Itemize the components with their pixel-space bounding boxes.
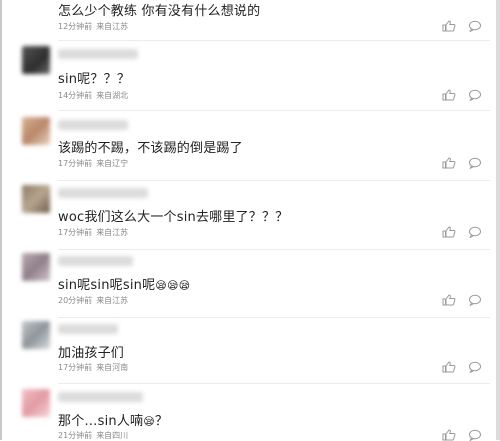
avatar[interactable] <box>22 46 50 74</box>
window-right-border <box>496 0 500 440</box>
username-blurred[interactable] <box>58 324 118 334</box>
comment-time: 17分钟前 <box>58 228 93 237</box>
comment-bubble-icon[interactable] <box>468 157 482 169</box>
comment-time: 21分钟前 <box>58 431 93 440</box>
username-blurred[interactable] <box>58 256 133 266</box>
username-blurred[interactable] <box>58 120 128 130</box>
thumbs-up-icon[interactable] <box>442 20 456 32</box>
thumbs-up-icon[interactable] <box>442 294 456 306</box>
avatar[interactable] <box>22 321 50 349</box>
comment-item: 那个…sin人喃😪？ 21分钟前 来自四川 <box>22 389 490 441</box>
comment-bubble-icon[interactable] <box>468 429 482 441</box>
comment-bubble-icon[interactable] <box>468 226 482 238</box>
comment-meta: 14分钟前 来自湖北 <box>58 90 132 101</box>
comment-location: 来自江苏 <box>96 228 129 237</box>
comment-location: 来自湖北 <box>96 91 129 100</box>
comment-text: woc我们这么大一个sin去哪里了？？？ <box>58 210 289 225</box>
comment-text: sin呢sin呢sin呢😪😪😪 <box>58 274 190 293</box>
comment-meta: 21分钟前 来自四川 <box>58 430 132 441</box>
comment-meta: 12分钟前 来自江苏 <box>58 21 132 32</box>
comment-text: sin呢？？？ <box>58 72 131 87</box>
comment-bubble-icon[interactable] <box>468 20 482 32</box>
thumbs-up-icon[interactable] <box>442 157 456 169</box>
comment-meta: 17分钟前 来自江苏 <box>58 227 132 238</box>
comment-text: 加油孩子们 <box>58 346 125 361</box>
username-blurred[interactable] <box>58 188 148 198</box>
username-blurred[interactable] <box>58 392 143 402</box>
avatar[interactable] <box>22 389 50 417</box>
comment-item: woc我们这么大一个sin去哪里了？？？ 17分钟前 来自江苏 <box>22 185 490 250</box>
comment-time: 14分钟前 <box>58 91 93 100</box>
divider <box>58 180 490 181</box>
comment-item: 该踢的不踢，不该踢的倒是踢了 17分钟前 来自辽宁 <box>22 117 490 181</box>
comment-time: 20分钟前 <box>58 296 93 305</box>
comment-location: 来自四川 <box>96 431 129 440</box>
divider <box>58 249 490 250</box>
comment-bubble-icon[interactable] <box>468 294 482 306</box>
comment-text-body: 那个…sin人喃 <box>58 414 144 429</box>
comment-location: 来自江苏 <box>96 22 129 31</box>
divider <box>58 110 490 111</box>
comment-item: sin呢？？？ 14分钟前 来自湖北 <box>22 46 490 111</box>
thumbs-up-icon[interactable] <box>442 429 456 441</box>
comment-time: 17分钟前 <box>58 159 93 168</box>
comment-text-body: sin呢sin呢sin呢 <box>58 278 156 293</box>
comment-item: 加油孩子们 17分钟前 来自河南 <box>22 321 490 384</box>
comment-meta: 17分钟前 来自河南 <box>58 362 132 373</box>
sleepy-face-emoji: 😪 <box>143 415 155 428</box>
comment-time: 12分钟前 <box>58 22 93 31</box>
comment-text: 怎么少个教练 你有没有什么想说的 <box>58 4 261 19</box>
thumbs-up-icon[interactable] <box>442 226 456 238</box>
comment-location: 来自江苏 <box>96 296 129 305</box>
comment-text: 那个…sin人喃😪？ <box>58 410 168 429</box>
divider <box>58 40 490 41</box>
comment-meta: 20分钟前 来自江苏 <box>58 295 132 306</box>
comment-location: 来自河南 <box>96 363 129 372</box>
comment-text-suffix: ？ <box>154 414 169 429</box>
comment-location: 来自辽宁 <box>96 159 129 168</box>
comment-time: 17分钟前 <box>58 363 93 372</box>
thumbs-up-icon[interactable] <box>442 361 456 373</box>
avatar[interactable] <box>22 253 50 281</box>
window-left-border <box>0 0 2 440</box>
divider <box>58 317 490 318</box>
avatar[interactable] <box>22 185 50 213</box>
comment-item: 怎么少个教练 你有没有什么想说的 12分钟前 来自江苏 <box>22 0 490 41</box>
avatar[interactable] <box>22 117 50 145</box>
comment-item: sin呢sin呢sin呢😪😪😪 20分钟前 来自江苏 <box>22 253 490 318</box>
comment-bubble-icon[interactable] <box>468 89 482 101</box>
comment-text: 该踢的不踢，不该踢的倒是踢了 <box>58 141 243 156</box>
comment-bubble-icon[interactable] <box>468 361 482 373</box>
divider <box>58 383 490 384</box>
username-blurred[interactable] <box>58 49 138 59</box>
sleepy-face-emoji: 😪😪😪 <box>155 279 191 292</box>
thumbs-up-icon[interactable] <box>442 89 456 101</box>
comment-meta: 17分钟前 来自辽宁 <box>58 158 132 169</box>
